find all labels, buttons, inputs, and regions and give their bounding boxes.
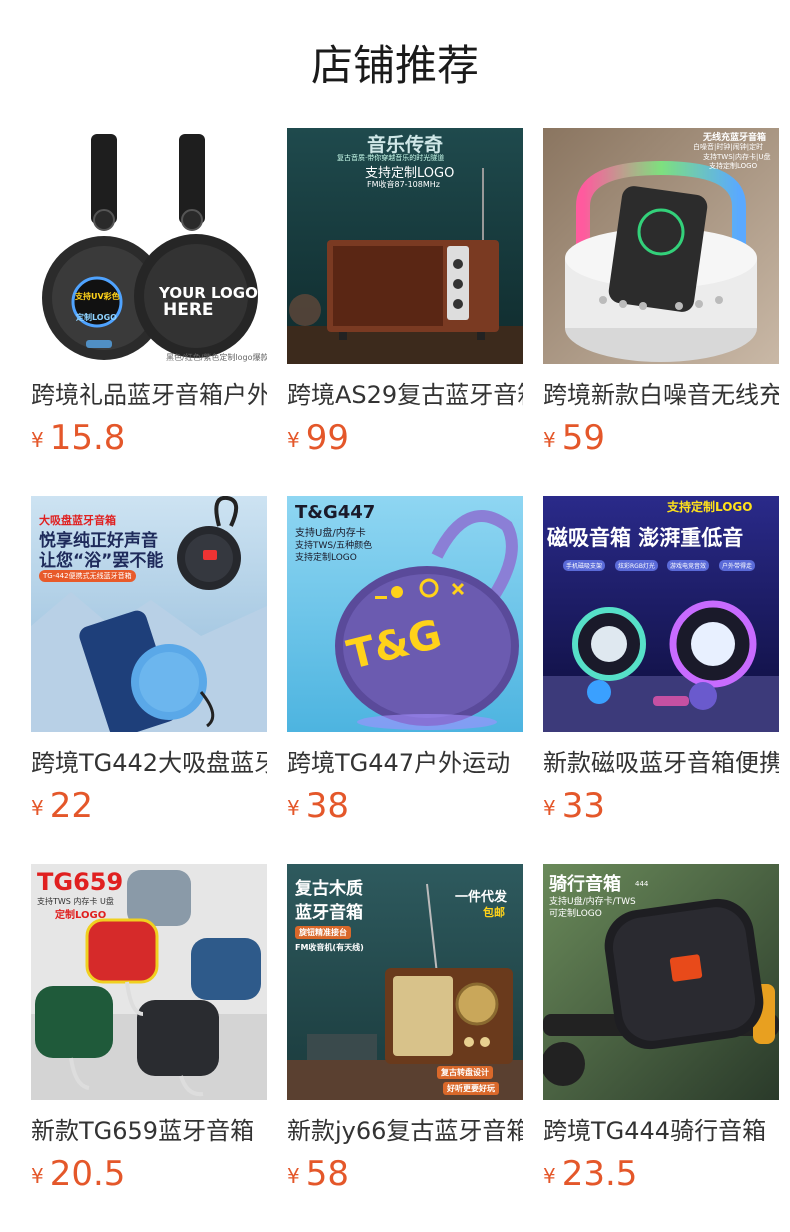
image-overlay-text: 包邮	[483, 906, 505, 919]
product-image[interactable]: 骑行音箱 444 支持U盘/内存卡/TWS 可定制LOGO	[543, 864, 779, 1100]
product-card[interactable]: 音乐传奇 复古音质·带你穿越音乐的时光隧道 支持定制LOGO FM收音87-10…	[287, 128, 523, 458]
product-image[interactable]: 大吸盘蓝牙音箱 悦享纯正好声音 让您“浴”罢不能 TG-442便携式无线蓝牙音箱	[31, 496, 267, 732]
product-image[interactable]: T&G447 支持U盘/内存卡 支持TWS/五种颜色 支持定制LOGO T&G	[287, 496, 523, 732]
product-image[interactable]: 复古木质 蓝牙音箱 一件代发 包邮 旋钮精准接台 FM收音机(有天线) 复古转盘…	[287, 864, 523, 1100]
product-price: ¥15.8	[31, 418, 125, 458]
page-title: 店铺推荐	[310, 41, 479, 90]
currency-symbol: ¥	[31, 1164, 44, 1188]
product-image[interactable]: YOUR LOGO HERE 支持UV彩色 定制LOGO 黑色/红色/紫色定制l…	[31, 128, 267, 364]
image-overlay-text: 旋钮精准接台	[295, 926, 351, 939]
image-overlay-text: 定制LOGO	[76, 313, 117, 322]
image-overlay-text: 游戏电竞音效	[667, 560, 710, 571]
image-overlay-text: 好听更要好玩	[443, 1082, 499, 1095]
product-price: ¥58	[287, 1154, 349, 1194]
image-overlay-text: 复古转盘设计	[437, 1066, 493, 1079]
price-value: 20.5	[49, 1154, 126, 1194]
product-card[interactable]: 骑行音箱 444 支持U盘/内存卡/TWS 可定制LOGO 跨境TG444骑行音…	[543, 864, 779, 1194]
product-card[interactable]: 无线充蓝牙音箱 白噪音|时钟|闹钟|定时 支持TWS|内存卡|U盘 支持定制LO…	[543, 128, 779, 458]
image-overlay-text: 支持UV彩色	[75, 292, 120, 301]
image-overlay-text: 户外带得走	[719, 560, 756, 571]
currency-symbol: ¥	[287, 428, 300, 452]
product-name[interactable]: 跨境礼品蓝牙音箱户外	[31, 378, 267, 412]
product-image[interactable]: 支持定制LOGO 磁吸音箱 澎湃重低音 手机磁吸支架 炫彩RGB灯光 游戏电竞音…	[543, 496, 779, 732]
image-overlay-text: 444	[635, 880, 649, 888]
product-name[interactable]: 跨境AS29复古蓝牙音箱	[287, 378, 523, 412]
product-image[interactable]: TG659 支持TWS 内存卡 U盘 定制LOGO	[31, 864, 267, 1100]
currency-symbol: ¥	[31, 428, 44, 452]
image-overlay-text: T&G447	[295, 502, 376, 523]
product-name[interactable]: 跨境TG447户外运动	[287, 746, 523, 780]
price-value: 99	[305, 418, 349, 458]
price-value: 15.8	[49, 418, 126, 458]
price-value: 33	[561, 786, 605, 826]
product-name[interactable]: 新款jy66复古蓝牙音箱	[287, 1114, 523, 1148]
price-value: 38	[305, 786, 349, 826]
product-card[interactable]: T&G447 支持U盘/内存卡 支持TWS/五种颜色 支持定制LOGO T&G …	[287, 496, 523, 826]
image-overlay-text: 复古木质	[295, 879, 363, 899]
product-name[interactable]: 跨境TG444骑行音箱	[543, 1114, 779, 1148]
product-name[interactable]: 新款TG659蓝牙音箱	[31, 1114, 267, 1148]
product-price: ¥59	[543, 418, 605, 458]
product-price: ¥23.5	[543, 1154, 637, 1194]
product-name[interactable]: 新款磁吸蓝牙音箱便携	[543, 746, 779, 780]
price-value: 23.5	[561, 1154, 638, 1194]
image-overlay-text: 磁吸音箱 澎湃重低音	[547, 526, 744, 550]
image-overlay-text: FM收音87-108MHz	[367, 180, 440, 189]
image-overlay-text: TG659	[37, 868, 124, 896]
price-value: 59	[561, 418, 605, 458]
product-name[interactable]: 跨境TG442大吸盘蓝牙	[31, 746, 267, 780]
image-overlay-text: 炫彩RGB灯光	[615, 560, 658, 571]
image-overlay-text: 支持U盘/内存卡	[295, 528, 366, 539]
image-overlay-text: 可定制LOGO	[549, 909, 602, 919]
image-overlay-text: TG-442便携式无线蓝牙音箱	[39, 570, 136, 582]
product-image[interactable]: 无线充蓝牙音箱 白噪音|时钟|闹钟|定时 支持TWS|内存卡|U盘 支持定制LO…	[543, 128, 779, 364]
image-overlay-text: 支持定制LOGO	[667, 500, 753, 514]
image-overlay-text: 定制LOGO	[55, 910, 107, 921]
image-overlay-text: 一件代发	[455, 890, 508, 905]
product-name[interactable]: 跨境新款白噪音无线充	[543, 378, 779, 412]
image-overlay-text: 手机磁吸支架	[563, 560, 606, 571]
product-card[interactable]: TG659 支持TWS 内存卡 U盘 定制LOGO 新款TG659蓝牙音箱 ¥2…	[31, 864, 267, 1194]
product-price: ¥22	[31, 786, 93, 826]
currency-symbol: ¥	[287, 1164, 300, 1188]
image-overlay-text: FM收音机(有天线)	[295, 943, 364, 952]
image-overlay-text: 黑色/红色/紫色定制logo爆款	[166, 353, 267, 362]
currency-symbol: ¥	[287, 796, 300, 820]
image-overlay-text: 让您“浴”罢不能	[39, 551, 164, 571]
product-price: ¥99	[287, 418, 349, 458]
currency-symbol: ¥	[543, 428, 556, 452]
image-overlay-text: 蓝牙音箱	[295, 903, 363, 923]
image-overlay-text: 支持定制LOGO	[295, 553, 357, 563]
product-price: ¥20.5	[31, 1154, 125, 1194]
currency-symbol: ¥	[543, 796, 556, 820]
product-image[interactable]: 音乐传奇 复古音质·带你穿越音乐的时光隧道 支持定制LOGO FM收音87-10…	[287, 128, 523, 364]
product-card[interactable]: 支持定制LOGO 磁吸音箱 澎湃重低音 手机磁吸支架 炫彩RGB灯光 游戏电竞音…	[543, 496, 779, 826]
currency-symbol: ¥	[543, 1164, 556, 1188]
product-card[interactable]: 大吸盘蓝牙音箱 悦享纯正好声音 让您“浴”罢不能 TG-442便携式无线蓝牙音箱…	[31, 496, 267, 826]
price-value: 58	[305, 1154, 349, 1194]
product-price: ¥33	[543, 786, 605, 826]
image-overlay-text: 白噪音|时钟|闹钟|定时	[693, 143, 764, 151]
round-speaker-with-strap-icon	[31, 128, 267, 364]
price-value: 22	[49, 786, 93, 826]
product-price: ¥38	[287, 786, 349, 826]
image-overlay-text: 骑行音箱	[549, 874, 621, 895]
product-card[interactable]: YOUR LOGO HERE 支持UV彩色 定制LOGO 黑色/红色/紫色定制l…	[31, 128, 267, 458]
image-overlay-text: 支持定制LOGO	[709, 162, 758, 170]
product-card[interactable]: 复古木质 蓝牙音箱 一件代发 包邮 旋钮精准接台 FM收音机(有天线) 复古转盘…	[287, 864, 523, 1194]
image-overlay-text: HERE	[163, 300, 214, 320]
currency-symbol: ¥	[31, 796, 44, 820]
